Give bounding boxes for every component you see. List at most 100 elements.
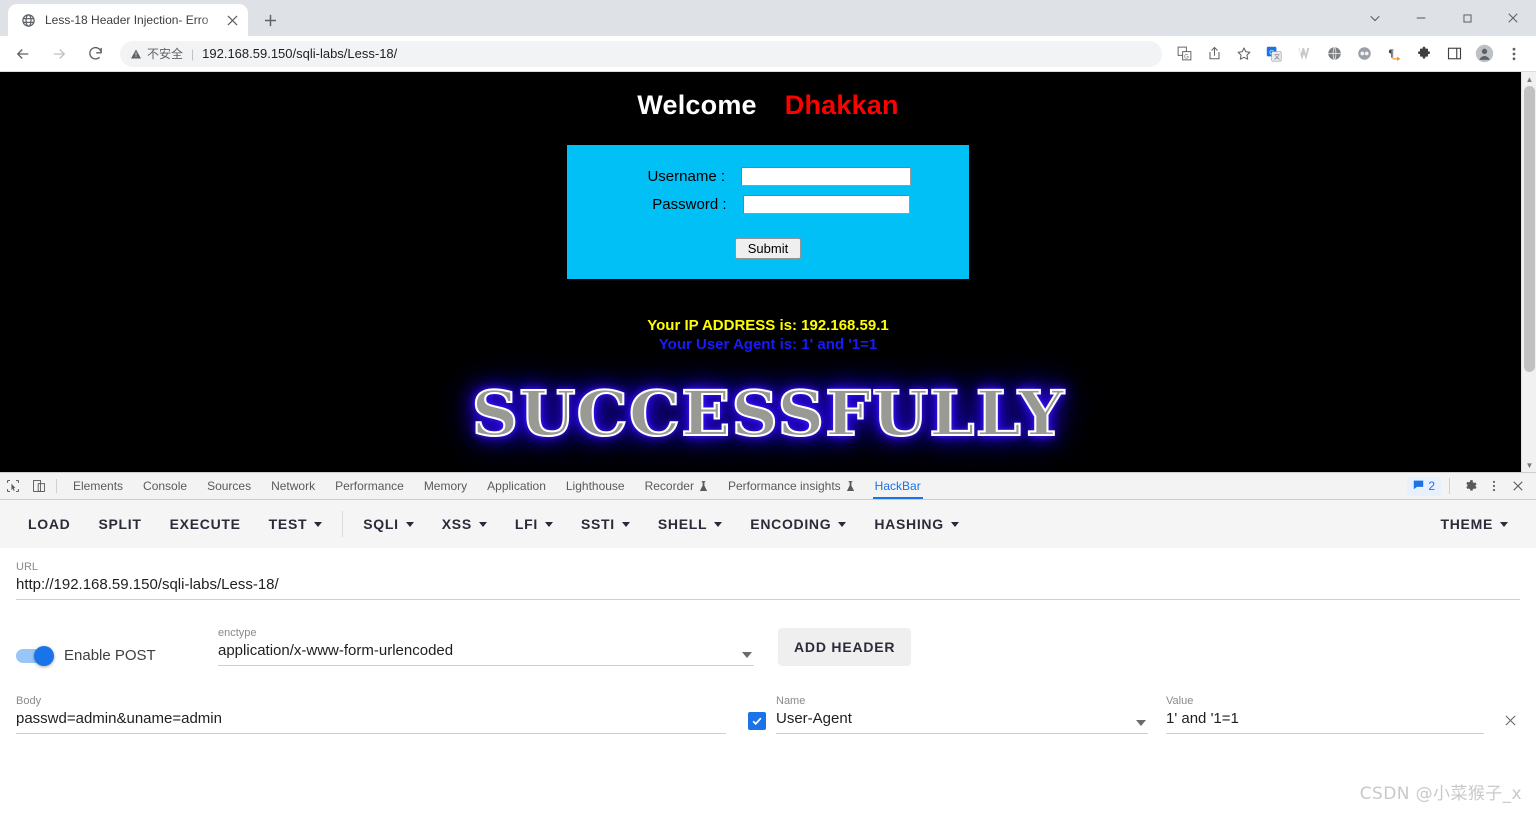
submit-row: Submit bbox=[567, 238, 969, 259]
bookmark-star-icon[interactable] bbox=[1230, 40, 1258, 68]
hackbar-panel: LOAD SPLIT EXECUTE TEST SQLI XSS LFI SST… bbox=[0, 500, 1536, 814]
header-enabled-checkbox[interactable] bbox=[748, 712, 766, 730]
page-scrollbar[interactable]: ▲ ▼ bbox=[1521, 72, 1536, 472]
hackbar-lfi-menu[interactable]: LFI bbox=[501, 508, 567, 540]
button-label: HASHING bbox=[874, 516, 944, 532]
enctype-select[interactable]: enctype application/x-www-form-urlencode… bbox=[218, 626, 754, 666]
scrollbar-thumb[interactable] bbox=[1524, 86, 1535, 372]
username-input[interactable] bbox=[741, 167, 911, 186]
wappalyzer-icon[interactable] bbox=[1290, 40, 1318, 68]
hackbar-shell-menu[interactable]: SHELL bbox=[644, 508, 736, 540]
maximize-button[interactable] bbox=[1444, 2, 1490, 34]
tab-sources[interactable]: Sources bbox=[197, 473, 261, 499]
hackbar-theme-menu[interactable]: THEME bbox=[1427, 508, 1523, 540]
body-field[interactable]: Body passwd=admin&uname=admin bbox=[16, 694, 726, 734]
url-field-value[interactable]: http://192.168.59.150/sqli-labs/Less-18/ bbox=[16, 574, 1520, 599]
tab-network[interactable]: Network bbox=[261, 473, 325, 499]
globe-ext-icon[interactable] bbox=[1320, 40, 1348, 68]
google-translate-ext-icon[interactable]: G 文 bbox=[1260, 40, 1288, 68]
minimize-button[interactable] bbox=[1398, 2, 1444, 34]
user-agent-text: Your User Agent is: 1' and '1=1 bbox=[658, 336, 878, 353]
share-icon[interactable] bbox=[1200, 40, 1228, 68]
password-row: Password : bbox=[567, 195, 969, 214]
chevron-down-icon[interactable] bbox=[1136, 720, 1146, 726]
tab-performance-insights[interactable]: Performance insights bbox=[718, 473, 865, 499]
gear-icon[interactable] bbox=[1458, 475, 1482, 497]
close-icon[interactable] bbox=[1506, 475, 1530, 497]
chevron-down-icon bbox=[405, 521, 414, 527]
body-and-headers-row: Body passwd=admin&uname=admin Name User-… bbox=[16, 694, 1520, 734]
new-tab-button[interactable] bbox=[256, 6, 284, 34]
button-label: ENCODING bbox=[750, 516, 832, 532]
side-panel-icon[interactable] bbox=[1440, 40, 1468, 68]
close-window-button[interactable] bbox=[1490, 2, 1536, 34]
profile-avatar-icon[interactable] bbox=[1470, 40, 1498, 68]
header-name-field[interactable]: Name User-Agent bbox=[776, 694, 1148, 734]
hackbar-execute-button[interactable]: EXECUTE bbox=[156, 508, 255, 540]
experimental-flask-icon bbox=[699, 480, 708, 492]
hackbar-encoding-menu[interactable]: ENCODING bbox=[736, 508, 860, 540]
add-header-button[interactable]: ADD HEADER bbox=[778, 628, 912, 666]
chevron-down-icon bbox=[544, 521, 553, 527]
tab-lighthouse[interactable]: Lighthouse bbox=[556, 473, 635, 499]
kebab-menu-icon[interactable] bbox=[1482, 475, 1506, 497]
toolbar-divider bbox=[342, 511, 344, 537]
hackbar-test-menu[interactable]: TEST bbox=[255, 508, 337, 540]
tab-close-icon[interactable] bbox=[222, 10, 242, 30]
chevron-down-icon[interactable] bbox=[742, 652, 752, 658]
field-underline bbox=[218, 665, 754, 666]
tab-hackbar[interactable]: HackBar bbox=[865, 473, 931, 499]
hackbar-xss-menu[interactable]: XSS bbox=[428, 508, 501, 540]
proxy-ext-icon[interactable] bbox=[1350, 40, 1378, 68]
body-field-value[interactable]: passwd=admin&uname=admin bbox=[16, 708, 726, 733]
url-field[interactable]: URL http://192.168.59.150/sqli-labs/Less… bbox=[16, 548, 1520, 600]
header-value-label: Value bbox=[1166, 695, 1194, 707]
browser-toolbar: 不安全 | 192.168.59.150/sqli-labs/Less-18/ … bbox=[0, 36, 1536, 72]
enctype-value[interactable]: application/x-www-form-urlencoded bbox=[218, 640, 754, 665]
tab-performance[interactable]: Performance bbox=[325, 473, 414, 499]
watermark: CSDN @小菜猴子_x bbox=[1359, 784, 1522, 804]
submit-button[interactable]: Submit bbox=[734, 238, 802, 259]
device-toolbar-icon[interactable] bbox=[26, 473, 52, 499]
header-value-value[interactable]: 1' and '1=1 bbox=[1166, 708, 1484, 733]
svg-text:G: G bbox=[1184, 54, 1189, 60]
password-input[interactable] bbox=[742, 195, 910, 214]
field-underline bbox=[1166, 733, 1484, 734]
url-field-label: URL bbox=[16, 561, 39, 573]
back-button[interactable] bbox=[8, 39, 38, 69]
tab-recorder[interactable]: Recorder bbox=[635, 473, 718, 499]
message-count-badge[interactable]: 2 bbox=[1407, 476, 1441, 496]
forward-button[interactable] bbox=[44, 39, 74, 69]
hackbar-load-button[interactable]: LOAD bbox=[14, 508, 84, 540]
tab-elements[interactable]: Elements bbox=[63, 473, 133, 499]
scroll-down-icon[interactable]: ▼ bbox=[1522, 458, 1536, 472]
password-label: Password : bbox=[652, 196, 727, 213]
header-value-field[interactable]: Value 1' and '1=1 bbox=[1166, 694, 1484, 734]
address-bar[interactable]: 不安全 | 192.168.59.150/sqli-labs/Less-18/ bbox=[120, 40, 1162, 67]
browser-tab[interactable]: Less-18 Header Injection- Erro bbox=[8, 4, 248, 36]
hackbar-split-button[interactable]: SPLIT bbox=[84, 508, 155, 540]
hackbar-ssti-menu[interactable]: SSTI bbox=[567, 508, 644, 540]
enable-post-toggle-wrap[interactable]: Enable POST bbox=[16, 645, 218, 666]
chrome-menu-icon[interactable] bbox=[1500, 40, 1528, 68]
reload-button[interactable] bbox=[80, 39, 110, 69]
extensions-puzzle-icon[interactable] bbox=[1410, 40, 1438, 68]
pilcrow-ext-icon[interactable]: ¶ bbox=[1380, 40, 1408, 68]
search-tabs-button[interactable] bbox=[1352, 2, 1398, 34]
not-secure-indicator[interactable]: 不安全 bbox=[130, 45, 183, 62]
welcome-name: Dhakkan bbox=[784, 90, 899, 120]
tab-console[interactable]: Console bbox=[133, 473, 197, 499]
hackbar-sqli-menu[interactable]: SQLI bbox=[349, 508, 427, 540]
enable-post-toggle[interactable] bbox=[16, 645, 54, 666]
remove-header-icon[interactable] bbox=[1500, 710, 1520, 730]
button-label: LOAD bbox=[28, 516, 71, 532]
toolbar-icons: G G 文 bbox=[1168, 40, 1528, 68]
translate-icon[interactable]: G bbox=[1170, 40, 1198, 68]
button-label: SHELL bbox=[657, 516, 708, 532]
scroll-up-icon[interactable]: ▲ bbox=[1522, 72, 1536, 86]
inspect-element-icon[interactable] bbox=[0, 473, 26, 499]
tab-memory[interactable]: Memory bbox=[414, 473, 477, 499]
tab-application[interactable]: Application bbox=[477, 473, 556, 499]
header-name-value[interactable]: User-Agent bbox=[776, 708, 1148, 733]
hackbar-hashing-menu[interactable]: HASHING bbox=[860, 508, 972, 540]
